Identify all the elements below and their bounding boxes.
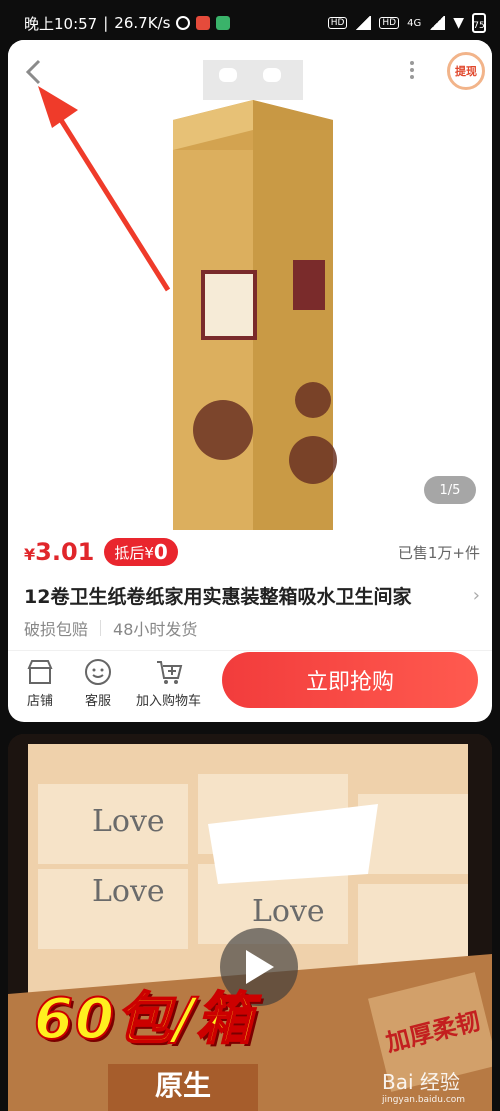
product-card: 提现 1/5 ¥3.01 抵后¥ 0 已售1万+件 12卷卫生纸卷纸家用实惠装整箱… <box>8 40 492 722</box>
more-dot <box>410 75 414 79</box>
chevron-left-icon <box>25 59 41 85</box>
discount-badge: 抵后¥ 0 <box>104 538 178 566</box>
service-tags: 破损包赔 48小时发货 <box>24 614 197 642</box>
hd-indicator: HD <box>327 17 348 29</box>
tag-shipping-time: 48小时发货 <box>113 620 198 639</box>
back-button[interactable] <box>16 54 52 90</box>
shop-icon <box>26 658 54 686</box>
promo-headline: 60包/箱 <box>33 986 255 1053</box>
app-notification-icon <box>196 16 211 30</box>
action-bar: 店铺 客服 加入购物车 立即抢购 <box>8 652 492 722</box>
customer-service-button[interactable]: 客服 <box>84 658 112 709</box>
brand-love-text: Love <box>92 804 165 839</box>
product-image[interactable]: 提现 1/5 <box>8 40 492 530</box>
buy-now-button[interactable]: 立即抢购 <box>222 652 478 708</box>
promo-video-card[interactable]: Love Love Love 60包/箱 加厚柔韧 原生 <box>8 734 492 1111</box>
add-to-cart-button[interactable]: 加入购物车 <box>136 658 201 709</box>
service-icon <box>84 658 112 686</box>
app-notification-icon-2 <box>216 16 231 30</box>
hd-indicator-2: HD <box>379 17 400 29</box>
box-label: 原生 <box>108 1064 258 1111</box>
product-title-row[interactable]: 12卷卫生纸卷纸家用实惠装整箱吸水卫生间家 › <box>24 580 480 610</box>
tag-divider <box>100 620 102 636</box>
wifi-icon: ▼ <box>453 15 464 31</box>
tag-damage-compensation: 破损包赔 <box>24 620 89 639</box>
withdraw-button[interactable]: 提现 <box>447 52 485 90</box>
tissue-package-image <box>173 60 337 530</box>
brand-love-text-3: Love <box>252 894 325 929</box>
alarm-icon <box>176 16 191 30</box>
status-time: 晚上10:57 <box>24 14 98 33</box>
network-speed: 26.7K/s <box>114 14 171 32</box>
more-dot <box>410 61 414 65</box>
network-type: 4G <box>407 17 422 29</box>
signal-icon <box>355 16 372 30</box>
divider <box>8 650 492 651</box>
cart-icon <box>155 658 183 686</box>
product-title: 12卷卫生纸卷纸家用实惠装整箱吸水卫生间家 <box>24 585 412 608</box>
shop-button[interactable]: 店铺 <box>26 658 54 709</box>
signal-icon-2 <box>429 16 446 30</box>
chevron-right-icon: › <box>472 584 480 606</box>
image-pager: 1/5 <box>424 476 476 504</box>
brand-love-text-2: Love <box>92 874 165 909</box>
sold-count: 已售1万+件 <box>397 543 480 562</box>
price: ¥3.01 <box>24 538 95 566</box>
baidu-watermark: Bai 经验 jingyan.baidu.com <box>382 1070 466 1105</box>
price-row: ¥3.01 抵后¥ 0 已售1万+件 <box>24 534 480 570</box>
more-dot <box>410 68 414 72</box>
more-options-button[interactable] <box>400 54 424 86</box>
battery-icon: 75 <box>472 13 486 33</box>
